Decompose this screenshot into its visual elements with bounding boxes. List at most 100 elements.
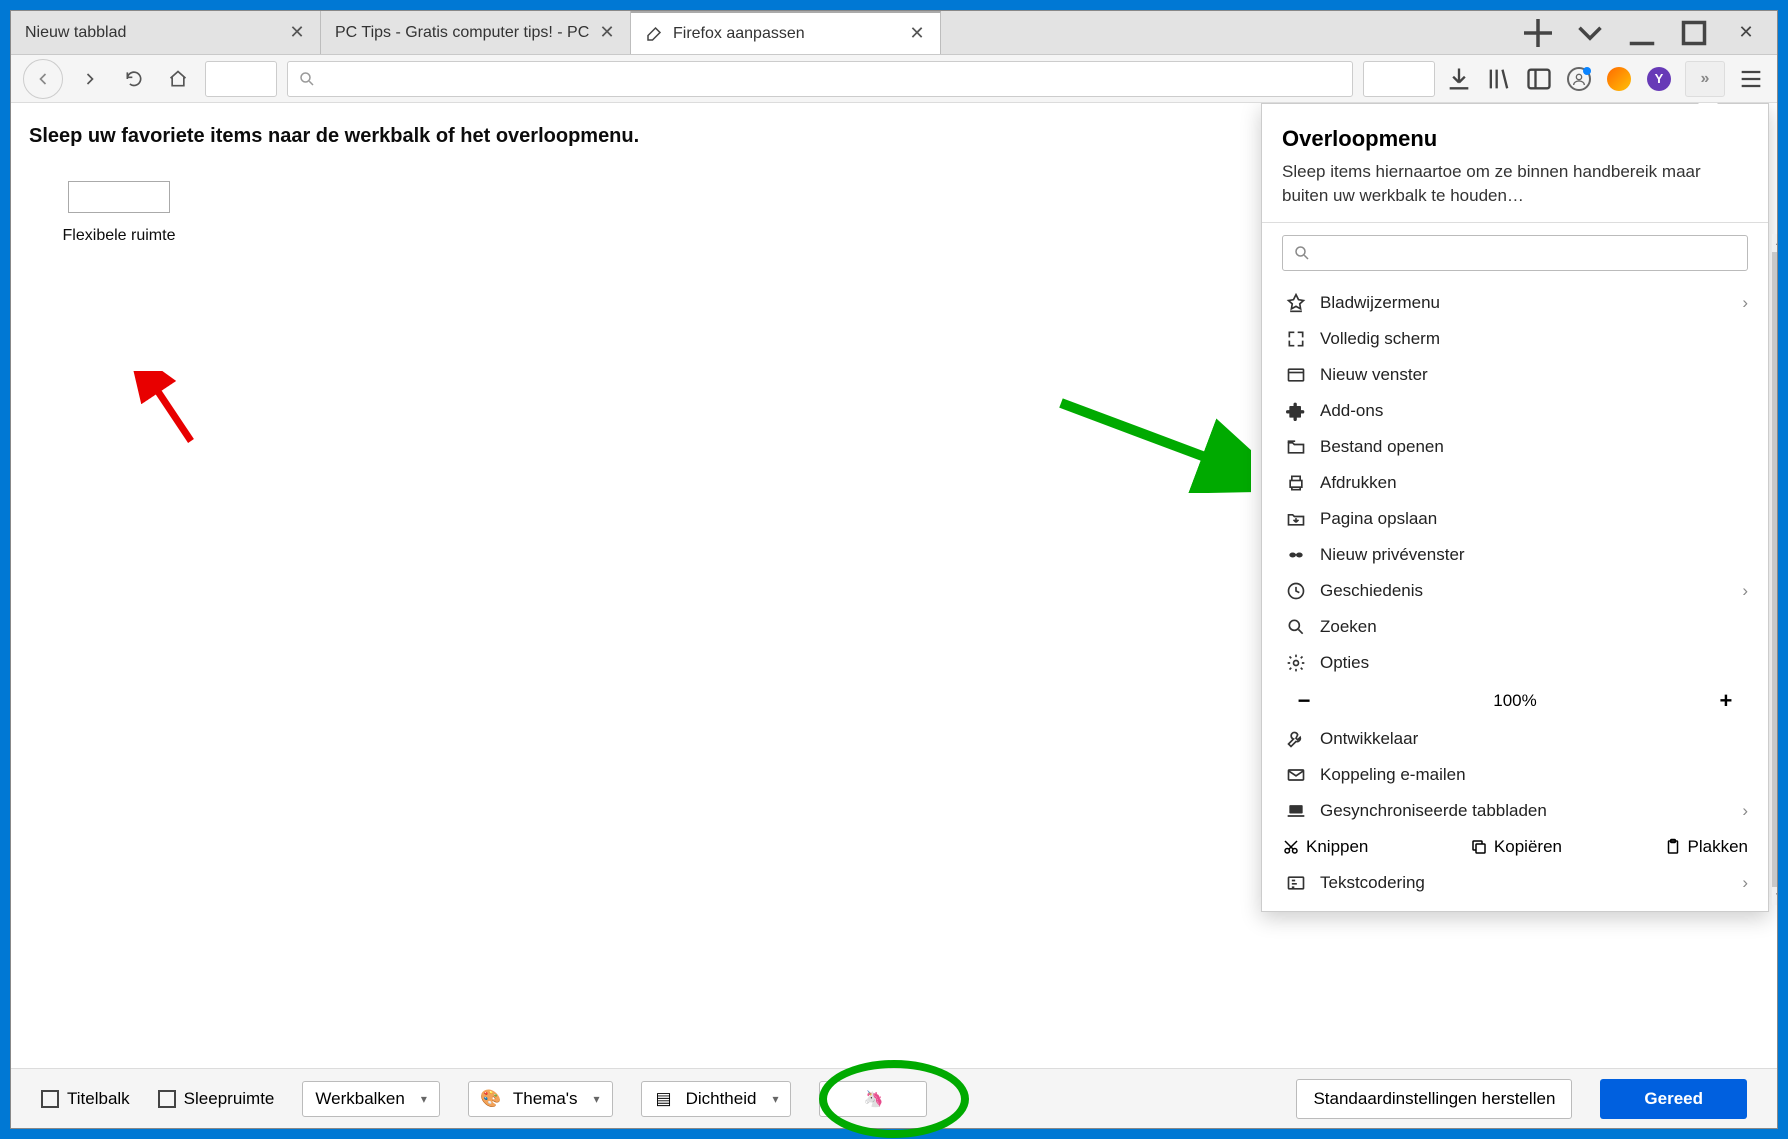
laptop-icon	[1282, 801, 1310, 821]
panel-description: Sleep items hiernaartoe om ze binnen han…	[1282, 160, 1748, 208]
flex-space-after[interactable]	[1363, 61, 1435, 97]
tab-bar: Nieuw tabblad ✕ PC Tips - Gratis compute…	[11, 11, 1777, 55]
overflow-button[interactable]: »	[1685, 61, 1725, 97]
account-icon[interactable]	[1565, 65, 1593, 93]
brush-icon	[645, 25, 663, 43]
url-bar[interactable]	[287, 61, 1353, 97]
downloads-icon[interactable]	[1445, 65, 1473, 93]
themes-dropdown[interactable]: 🎨Thema's▾	[468, 1081, 613, 1117]
copy-button[interactable]: Kopiëren	[1470, 837, 1562, 857]
panel-item-bookmark[interactable]: Bladwijzermenu›	[1282, 285, 1748, 321]
menu-icon[interactable]	[1737, 65, 1765, 93]
tab-title: PC Tips - Gratis computer tips! - PC	[335, 24, 590, 42]
library-icon[interactable]	[1485, 65, 1513, 93]
edit-controls: Knippen Kopiëren Plakken	[1282, 829, 1748, 865]
tab-customize[interactable]: Firefox aanpassen ✕	[631, 11, 941, 54]
panel-item-mail[interactable]: Koppeling e-mailen	[1282, 757, 1748, 793]
paste-button[interactable]: Plakken	[1664, 837, 1748, 857]
flex-space-icon	[68, 181, 170, 213]
panel-item-save[interactable]: Pagina opslaan	[1282, 501, 1748, 537]
panel-item-laptop[interactable]: Gesynchroniseerde tabbladen›	[1282, 793, 1748, 829]
annotation-red-arrow	[131, 371, 201, 451]
bookmark-icon	[1282, 293, 1310, 313]
panel-item-puzzle[interactable]: Add-ons	[1282, 393, 1748, 429]
panel-search-input[interactable]	[1282, 235, 1748, 271]
chevron-right-icon: ›	[1742, 293, 1748, 313]
panel-title: Overloopmenu	[1282, 126, 1748, 152]
home-button[interactable]	[161, 62, 195, 96]
wrench-icon	[1282, 729, 1310, 749]
panel-item-gear[interactable]: Opties	[1282, 645, 1748, 681]
zoom-controls: − 100% +	[1282, 681, 1748, 721]
panel-item-fullscreen[interactable]: Volledig scherm	[1282, 321, 1748, 357]
overflow-panel: Overloopmenu Sleep items hiernaartoe om …	[1261, 103, 1769, 912]
unicorn-button[interactable]: 🦄	[819, 1081, 927, 1117]
back-button[interactable]	[23, 59, 63, 99]
close-icon[interactable]: ✕	[598, 24, 616, 42]
search-icon	[298, 70, 316, 88]
new-tab-icon[interactable]	[1517, 14, 1559, 52]
panel-item-window[interactable]: Nieuw venster	[1282, 357, 1748, 393]
clock-icon	[1282, 581, 1310, 601]
reload-button[interactable]	[117, 62, 151, 96]
dragspace-checkbox[interactable]: Sleepruimte	[158, 1089, 275, 1109]
toolbars-dropdown[interactable]: Werkbalken▾	[302, 1081, 439, 1117]
panel-item-print[interactable]: Afdrukken	[1282, 465, 1748, 501]
close-icon[interactable]: ✕	[908, 25, 926, 43]
instructions-text: Sleep uw favoriete items naar de werkbal…	[29, 125, 639, 148]
print-icon	[1282, 473, 1310, 493]
zoom-label: 100%	[1493, 691, 1536, 711]
theme-icon: 🎨	[481, 1089, 501, 1109]
mask-icon	[1282, 545, 1310, 565]
close-icon[interactable]: ✕	[288, 24, 306, 42]
zoom-out-button[interactable]: −	[1292, 689, 1316, 713]
main-toolbar: Y »	[11, 55, 1777, 103]
chevron-right-icon: ›	[1742, 801, 1748, 821]
panel-item-search[interactable]: Zoeken	[1282, 609, 1748, 645]
mail-icon	[1282, 765, 1310, 785]
window-icon	[1282, 365, 1310, 385]
tab-title: Firefox aanpassen	[673, 25, 900, 43]
maximize-icon[interactable]	[1673, 14, 1715, 52]
zoom-in-button[interactable]: +	[1714, 689, 1738, 713]
panel-item-open[interactable]: Bestand openen	[1282, 429, 1748, 465]
density-icon: ▤	[654, 1089, 674, 1109]
panel-item-clock[interactable]: Geschiedenis›	[1282, 573, 1748, 609]
window-close-icon[interactable]: ✕	[1725, 14, 1767, 52]
gear-icon	[1282, 653, 1310, 673]
panel-item-wrench[interactable]: Ontwikkelaar	[1282, 721, 1748, 757]
tab-title: Nieuw tabblad	[25, 24, 280, 42]
extension-icon-2[interactable]: Y	[1645, 65, 1673, 93]
sidebar-icon[interactable]	[1525, 65, 1553, 93]
done-button[interactable]: Gereed	[1600, 1079, 1747, 1119]
puzzle-icon	[1282, 401, 1310, 421]
open-icon	[1282, 437, 1310, 457]
search-icon	[1293, 244, 1311, 262]
tab-pctips[interactable]: PC Tips - Gratis computer tips! - PC ✕	[321, 11, 631, 54]
save-icon	[1282, 509, 1310, 529]
annotation-green-arrow	[1051, 393, 1251, 493]
forward-button[interactable]	[73, 62, 107, 96]
tab-new[interactable]: Nieuw tabblad ✕	[11, 11, 321, 54]
extension-icon-1[interactable]	[1605, 65, 1633, 93]
palette-item-flexspace[interactable]: Flexibele ruimte	[49, 181, 189, 245]
encoding-icon	[1282, 873, 1310, 893]
customize-area: Sleep uw favoriete items naar de werkbal…	[11, 103, 1777, 1068]
tabs-dropdown-icon[interactable]	[1569, 14, 1611, 52]
flex-space-before[interactable]	[205, 61, 277, 97]
restore-defaults-button[interactable]: Standaardinstellingen herstellen	[1296, 1079, 1572, 1119]
density-dropdown[interactable]: ▤Dichtheid▾	[641, 1081, 792, 1117]
panel-item-mask[interactable]: Nieuw privévenster	[1282, 537, 1748, 573]
titlebar-checkbox[interactable]: Titelbalk	[41, 1089, 130, 1109]
search-icon	[1282, 617, 1310, 637]
palette-label: Flexibele ruimte	[49, 227, 189, 245]
panel-item-encoding[interactable]: Tekstcodering›	[1282, 865, 1748, 901]
chevron-right-icon: ›	[1742, 873, 1748, 893]
cut-button[interactable]: Knippen	[1282, 837, 1368, 857]
minimize-icon[interactable]	[1621, 14, 1663, 52]
fullscreen-icon	[1282, 329, 1310, 349]
chevron-right-icon: ›	[1742, 581, 1748, 601]
tab-actions: ✕	[1517, 11, 1777, 54]
panel-scrollbar[interactable]: ▲▼	[1772, 234, 1777, 905]
bottom-bar: Titelbalk Sleepruimte Werkbalken▾ 🎨Thema…	[11, 1068, 1777, 1128]
